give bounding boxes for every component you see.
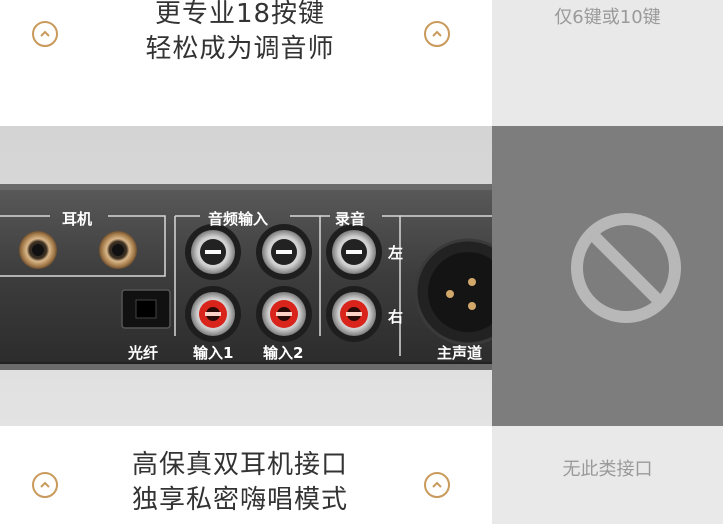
chevron-up-icon[interactable] xyxy=(32,472,58,498)
label-input2: 输入2 xyxy=(263,344,304,362)
label-headphone: 耳机 xyxy=(62,210,93,228)
chevron-up-icon[interactable] xyxy=(32,21,58,47)
comparison-text-top: 仅6键或10键 xyxy=(554,7,661,28)
feature-title-bottom: 高保真双耳机接口 独享私密嗨唱模式 xyxy=(90,448,390,518)
feature-title-top-line1: 更专业18按键 xyxy=(154,0,326,29)
comparison-text-bottom: 无此类接口 xyxy=(562,459,653,480)
label-input1: 输入1 xyxy=(193,344,234,362)
feature-title-bottom-line2: 独享私密嗨唱模式 xyxy=(131,485,348,515)
feature-title-bottom-line1: 高保真双耳机接口 xyxy=(131,450,348,480)
feature-title-top: 更专业18按键 轻松成为调音师 xyxy=(90,0,390,67)
feature-title-top-line2: 轻松成为调音师 xyxy=(145,34,335,64)
product-rear-panel-image: 耳机 音频输入 录音 左 右 光纤 输入1 输入2 主声道 xyxy=(0,126,492,426)
label-right: 右 xyxy=(388,308,404,326)
label-record: 录音 xyxy=(335,210,366,228)
prohibited-icon xyxy=(571,213,681,323)
chevron-up-icon[interactable] xyxy=(424,472,450,498)
label-audio-input: 音频输入 xyxy=(208,210,269,228)
label-left: 左 xyxy=(388,244,404,262)
label-optical: 光纤 xyxy=(128,344,159,362)
chevron-up-icon[interactable] xyxy=(424,21,450,47)
comparison-panel-image xyxy=(492,126,723,426)
device-illustration xyxy=(0,126,492,426)
label-main-channel: 主声道 xyxy=(437,344,483,362)
